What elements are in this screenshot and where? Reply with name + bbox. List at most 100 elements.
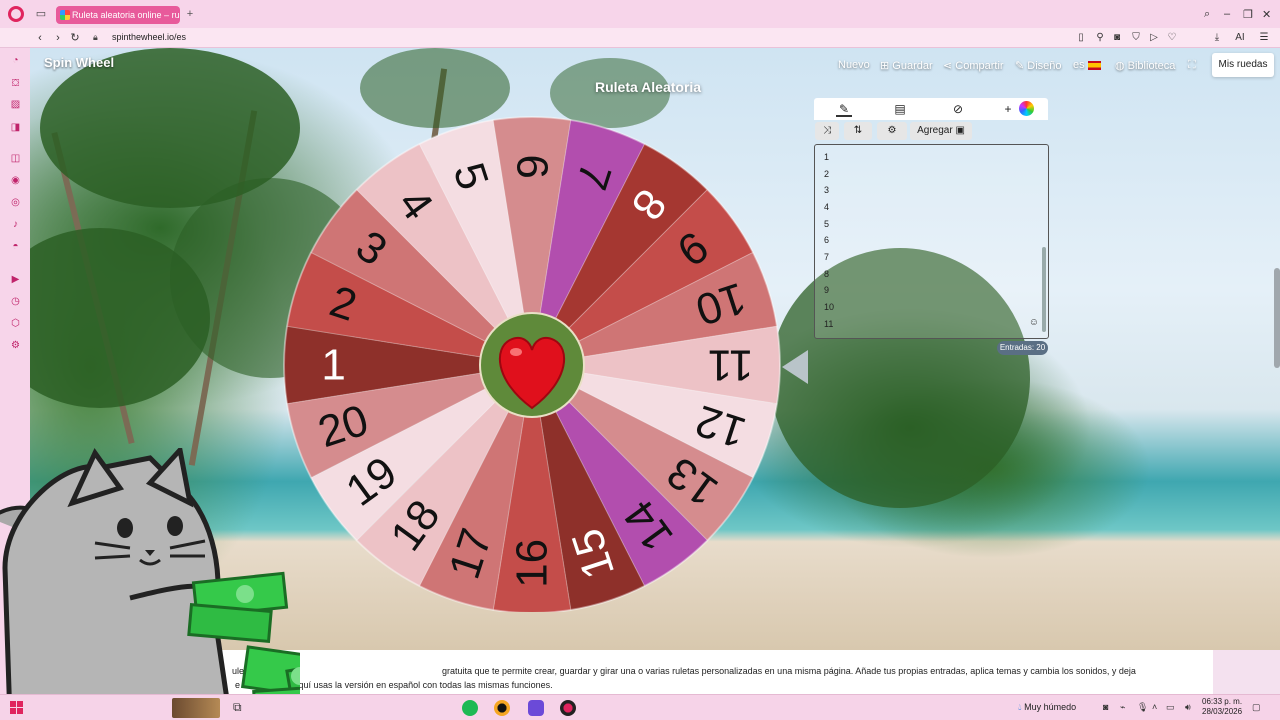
nav-nuevo[interactable]: Nuevo	[838, 59, 870, 71]
ai-button[interactable]: AI	[1230, 32, 1250, 44]
nav-compartir[interactable]: ⋖ Compartir	[943, 59, 1004, 72]
entry-line: 10	[824, 302, 835, 312]
camera-tray-icon[interactable]: ◙	[1103, 702, 1108, 712]
wheel-slice-label: 11	[708, 341, 754, 390]
sidebar-extensions-icon[interactable]: ⬡	[9, 317, 22, 330]
lock-icon[interactable]: 🔒︎	[93, 32, 98, 43]
weather-widget[interactable]: 💧︎ Muy húmedo	[1018, 702, 1076, 713]
close-window-icon[interactable]: ✕	[1262, 8, 1271, 21]
volume-icon[interactable]: 🔊︎	[1185, 702, 1191, 713]
system-clock[interactable]: 06:33 p. m. 28/03/2026	[1202, 697, 1242, 717]
page-content: Spin Wheel Ruleta Aleatoria Nuevo ⊞ Guar…	[30, 48, 1280, 650]
ai-label: AI	[1235, 32, 1245, 43]
reload-icon[interactable]: ↻	[68, 31, 82, 45]
microphone-icon[interactable]: 🎙︎	[1137, 702, 1148, 713]
app-icon[interactable]	[494, 700, 510, 716]
sidebar-crypto-icon[interactable]: ⛋	[9, 77, 22, 90]
sidebar-messenger-icon[interactable]: ◨	[9, 121, 22, 134]
taskbar-thumbnail[interactable]	[172, 698, 220, 718]
tab-overview-icon[interactable]: ▭	[34, 7, 48, 21]
entries-textarea[interactable]: 1 2 3 4 5 6 7 8 9 10 11 ☺	[814, 144, 1049, 339]
heart-outline-icon[interactable]: ♡	[1166, 32, 1178, 44]
wheel-slice-label: 6	[508, 154, 557, 178]
pin-icon[interactable]: ⚲	[1094, 32, 1106, 44]
sidebar-whatsapp-icon[interactable]: ◉	[9, 174, 22, 187]
fullscreen-icon[interactable]: ⛶	[1188, 59, 1196, 72]
nav-guardar-label: Guardar	[892, 60, 933, 72]
image-icon: ▣	[955, 125, 965, 136]
sidebar-settings-icon[interactable]: ⚙	[9, 339, 22, 352]
shuffle-icon[interactable]: ⤨	[815, 122, 839, 140]
description-line-1a: uleta online	[232, 666, 279, 676]
globe-icon: ◍	[1115, 60, 1128, 72]
menu-icon[interactable]: ☰	[1258, 32, 1270, 44]
color-wheel-icon[interactable]	[1019, 101, 1034, 116]
nav-biblioteca[interactable]: ◍ Biblioteca	[1115, 59, 1175, 72]
tab-title: Ruleta aleatoria online – ru	[72, 10, 180, 20]
task-view-icon[interactable]: ⧉	[233, 700, 242, 715]
entries-scrollbar[interactable]	[1042, 247, 1046, 332]
plus-icon[interactable]: +	[1000, 101, 1016, 117]
play-icon[interactable]: ▷	[1148, 32, 1160, 44]
pencil-icon: ✎	[1015, 60, 1028, 72]
opera-logo-icon[interactable]	[8, 6, 24, 22]
wheel-title[interactable]: Ruleta Aleatoria	[595, 79, 701, 95]
opera-taskbar-icon[interactable]	[560, 700, 576, 716]
language-label: es	[1073, 59, 1085, 71]
sidebar-tiktok-icon[interactable]: ♪	[9, 218, 22, 231]
sidebar-twitch-icon[interactable]: ◫	[9, 152, 22, 165]
language-selector[interactable]: es	[1073, 59, 1101, 71]
sidebar-stack-icon[interactable]: ▨	[9, 98, 22, 111]
spotify-icon[interactable]	[462, 700, 478, 716]
wheel-graphic[interactable]: 12345 6 7891011121314151617181920	[282, 112, 782, 612]
wheel-center-hub[interactable]	[479, 312, 585, 418]
emoji-icon[interactable]: ☺	[1029, 317, 1039, 328]
entry-line: 1	[824, 152, 830, 162]
maximize-icon[interactable]: ❐	[1243, 8, 1253, 21]
entry-line: 9	[824, 285, 830, 295]
mis-ruedas-button[interactable]: Mis ruedas	[1212, 53, 1274, 77]
minimize-icon[interactable]: –	[1224, 8, 1230, 20]
clock-date: 28/03/2026	[1202, 707, 1243, 716]
forward-icon[interactable]: ›	[51, 31, 65, 45]
nav-diseno-label: Diseño	[1027, 60, 1062, 72]
brand-logo[interactable]: Spin Wheel	[44, 55, 114, 70]
edit-tab-pencil-icon[interactable]: ✎	[836, 101, 852, 117]
url-field[interactable]: spinthewheel.io/es	[112, 32, 186, 42]
usb-icon[interactable]: ⌁	[1120, 702, 1125, 713]
download-icon[interactable]: ⤓	[1211, 32, 1223, 44]
back-icon[interactable]: ‹	[33, 31, 47, 45]
notifications-icon[interactable]: ▢	[1252, 702, 1261, 713]
agregar-image-button[interactable]: Agregar ▣	[910, 122, 972, 140]
reader-icon[interactable]: ▯	[1075, 32, 1087, 44]
weather-label: Muy húmedo	[1024, 702, 1077, 712]
sidebar-player-icon[interactable]: ▶	[9, 273, 22, 286]
sidebar-history-icon[interactable]: ◷	[9, 295, 22, 308]
sidebar-aria-icon[interactable]: ◔	[9, 54, 22, 67]
agregar-label: Agregar	[917, 125, 953, 136]
gear-icon[interactable]: ⚙	[877, 122, 907, 140]
nav-diseno[interactable]: ✎ Diseño	[1015, 59, 1062, 72]
results-tab-clipboard-icon[interactable]: ▤	[892, 101, 908, 117]
browser-sidebar: ◔ ⛋ ▨ ◨ ◫ ◉ ◎ ♪ ◓ ▶ ◷ ⬡ ⚙	[0, 48, 30, 694]
nav-guardar[interactable]: ⊞ Guardar	[880, 59, 933, 72]
hide-tab-eye-off-icon[interactable]: ⊘	[950, 101, 966, 117]
entry-line: 8	[824, 269, 830, 279]
entry-line: 7	[824, 252, 830, 262]
search-tabs-icon[interactable]: ⌕	[1204, 8, 1210, 21]
camera-icon[interactable]: ◙	[1111, 32, 1123, 44]
shield-icon[interactable]: ⛉	[1130, 32, 1142, 44]
chevron-up-icon[interactable]: ˄	[1152, 702, 1157, 712]
sidebar-instagram-icon[interactable]: ◎	[9, 196, 22, 209]
spin-wheel[interactable]: 1 2 3 4 5 6 7 8 9 10 11 12 13 14 15 16 17 18 19 20	[282, 112, 782, 612]
nav-compartir-label: Compartir	[955, 60, 1004, 72]
page-scrollbar[interactable]	[1274, 268, 1280, 368]
display-icon[interactable]: ▭	[1166, 702, 1175, 713]
sidebar-discord-icon[interactable]: ◓	[9, 240, 22, 253]
new-tab-button[interactable]: +	[184, 8, 196, 20]
start-button[interactable]	[10, 701, 23, 714]
sort-icon[interactable]: ⇅	[844, 122, 872, 140]
spain-flag-icon	[1087, 60, 1101, 70]
browser-tab[interactable]: Ruleta aleatoria online – ru	[56, 6, 180, 24]
discord-icon[interactable]	[528, 700, 544, 716]
